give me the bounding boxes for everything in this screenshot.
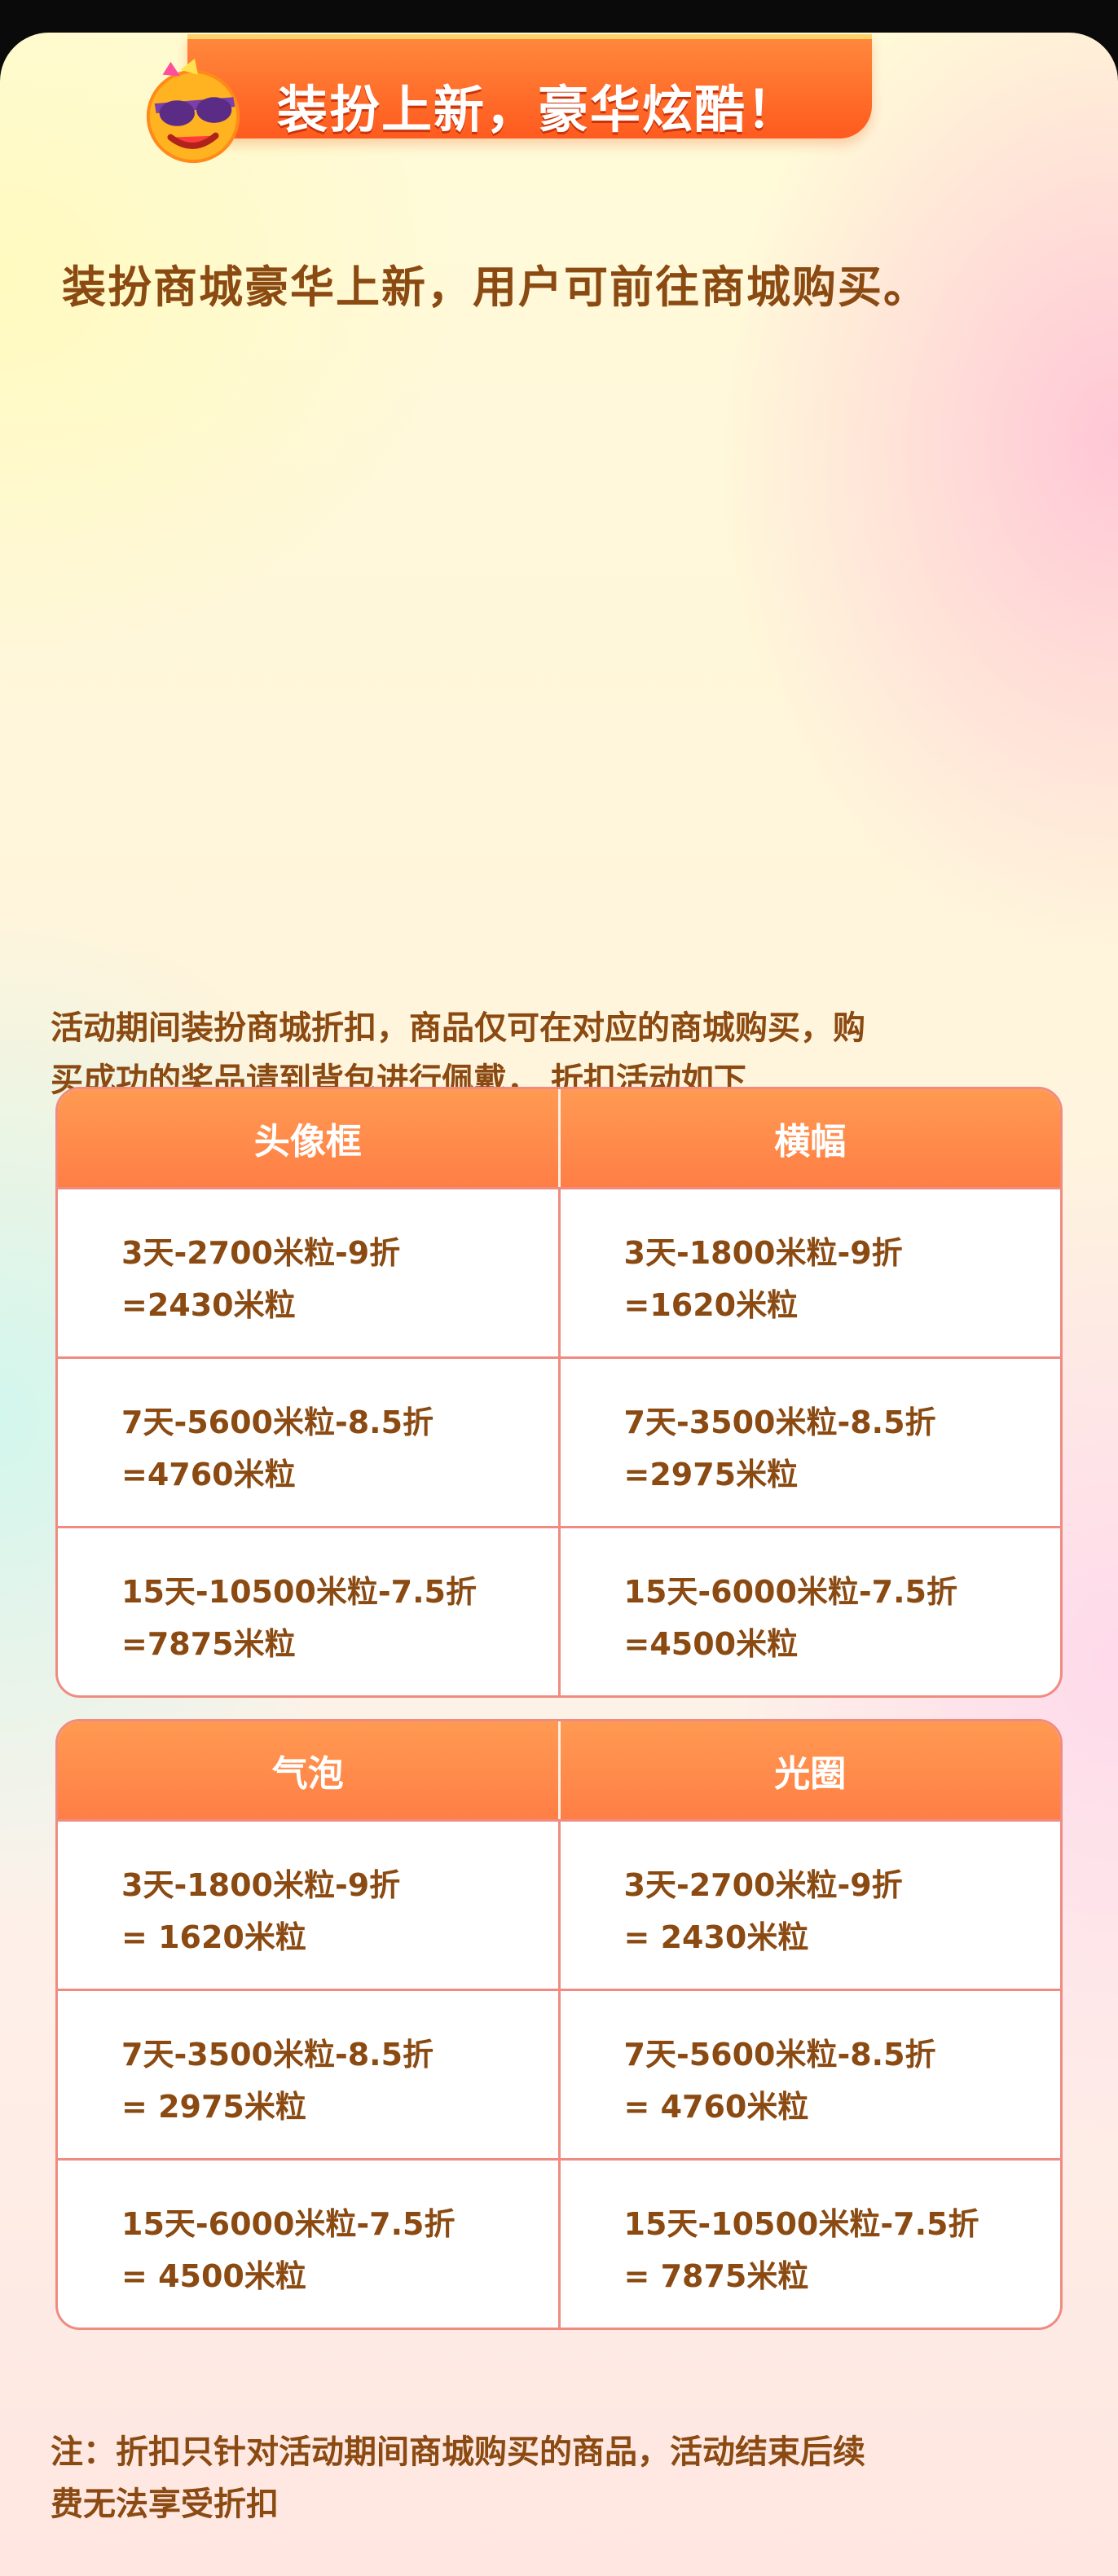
result-line: = 1620米粒 (121, 1919, 306, 1955)
price-line: 15天-6000米粒-7.5折 (623, 1574, 958, 1610)
result-line: =7875米粒 (121, 1626, 296, 1662)
header-banner: 横幅 (557, 1089, 1061, 1187)
table-header: 头像框 横幅 (58, 1089, 1060, 1187)
price-line: 7天-3500米粒-8.5折 (121, 2037, 434, 2073)
header-avatar-frame: 头像框 (253, 1121, 362, 1163)
footnote: 注：折扣只针对活动期间商城购买的商品，活动结束后续 费无法享受折扣 (51, 2426, 1053, 2530)
table-header: 气泡 光圈 (58, 1721, 1060, 1819)
price-line: 3天-1800米粒-9折 (623, 1235, 903, 1271)
discount-table-frame-banner: 头像框 横幅 3天-2700米粒-9折 =2430米粒 3天-1800米粒-9折… (55, 1087, 1063, 1698)
price-line: 7天-3500米粒-8.5折 (623, 1404, 936, 1440)
result-line: = 4500米粒 (121, 2258, 306, 2294)
table-cell: 3天-1800米粒-9折 =1620米粒 (557, 1189, 1061, 1356)
price-line: 3天-2700米粒-9折 (623, 1867, 903, 1903)
table-row: 3天-2700米粒-9折 =2430米粒 3天-1800米粒-9折 =1620米… (58, 1187, 1060, 1356)
price-line: 15天-6000米粒-7.5折 (121, 2206, 456, 2242)
table-row: 15天-10500米粒-7.5折 =7875米粒 15天-6000米粒-7.5折… (58, 1526, 1060, 1695)
price-line: 15天-10500米粒-7.5折 (121, 1574, 477, 1610)
price-line: 7天-5600米粒-8.5折 (623, 2037, 936, 2073)
table-row: 15天-6000米粒-7.5折 = 4500米粒 15天-10500米粒-7.5… (58, 2158, 1060, 2328)
table-row: 3天-1800米粒-9折 = 1620米粒 3天-2700米粒-9折 = 243… (58, 1819, 1060, 1989)
table-cell: 7天-3500米粒-8.5折 =2975米粒 (557, 1359, 1061, 1526)
price-line: 7天-5600米粒-8.5折 (121, 1404, 434, 1440)
intro-text: 装扮商城豪华上新，用户可前往商城购买。 (62, 262, 929, 313)
banner-title: 装扮上新，豪华炫酷！ (277, 80, 799, 139)
table-cell: 7天-5600米粒-8.5折 = 4760米粒 (557, 1991, 1061, 2158)
table-cell: 3天-2700米粒-9折 =2430米粒 (58, 1189, 558, 1356)
result-line: = 4760米粒 (623, 2089, 809, 2125)
result-line: =4760米粒 (121, 1457, 296, 1492)
table-cell: 15天-10500米粒-7.5折 =7875米粒 (58, 1528, 558, 1695)
table-cell: 3天-2700米粒-9折 = 2430米粒 (557, 1822, 1061, 1989)
result-line: = 2430米粒 (623, 1919, 809, 1955)
header-halo: 光圈 (557, 1721, 1061, 1819)
result-line: =2975米粒 (623, 1457, 799, 1492)
header-bubble: 气泡 (271, 1753, 344, 1795)
result-line: = 2975米粒 (121, 2089, 306, 2125)
result-line: =4500米粒 (623, 1626, 799, 1662)
result-line: =1620米粒 (623, 1287, 799, 1323)
table-row: 7天-3500米粒-8.5折 = 2975米粒 7天-5600米粒-8.5折 =… (58, 1989, 1060, 2158)
price-line: 3天-2700米粒-9折 (121, 1235, 401, 1271)
table-cell: 7天-5600米粒-8.5折 =4760米粒 (58, 1359, 558, 1526)
table-cell: 15天-6000米粒-7.5折 =4500米粒 (557, 1528, 1061, 1695)
price-line: 3天-1800米粒-9折 (121, 1867, 401, 1903)
result-line: = 7875米粒 (623, 2258, 809, 2294)
note-line: 注：折扣只针对活动期间商城购买的商品，活动结束后续 (51, 2433, 865, 2471)
table-cell: 3天-1800米粒-9折 = 1620米粒 (58, 1822, 558, 1989)
description-line: 活动期间装扮商城折扣，商品仅可在对应的商城购买，购 (51, 1009, 865, 1047)
table-cell: 15天-10500米粒-7.5折 = 7875米粒 (557, 2161, 1061, 2328)
sunglasses-face-icon (146, 58, 240, 164)
discount-table-bubble-halo: 气泡 光圈 3天-1800米粒-9折 = 1620米粒 3天-2700米粒-9折… (55, 1719, 1063, 2330)
table-row: 7天-5600米粒-8.5折 =4760米粒 7天-3500米粒-8.5折 =2… (58, 1356, 1060, 1526)
table-cell: 7天-3500米粒-8.5折 = 2975米粒 (58, 1991, 558, 2158)
activity-card: 装扮上新，豪华炫酷！ 装扮商城豪华上新，用户可前往商城购买。 活动期间装扮商城折… (0, 33, 1118, 2576)
note-line: 费无法享受折扣 (51, 2486, 279, 2523)
price-line: 15天-10500米粒-7.5折 (623, 2206, 979, 2242)
table-cell: 15天-6000米粒-7.5折 = 4500米粒 (58, 2161, 558, 2328)
result-line: =2430米粒 (121, 1287, 296, 1323)
